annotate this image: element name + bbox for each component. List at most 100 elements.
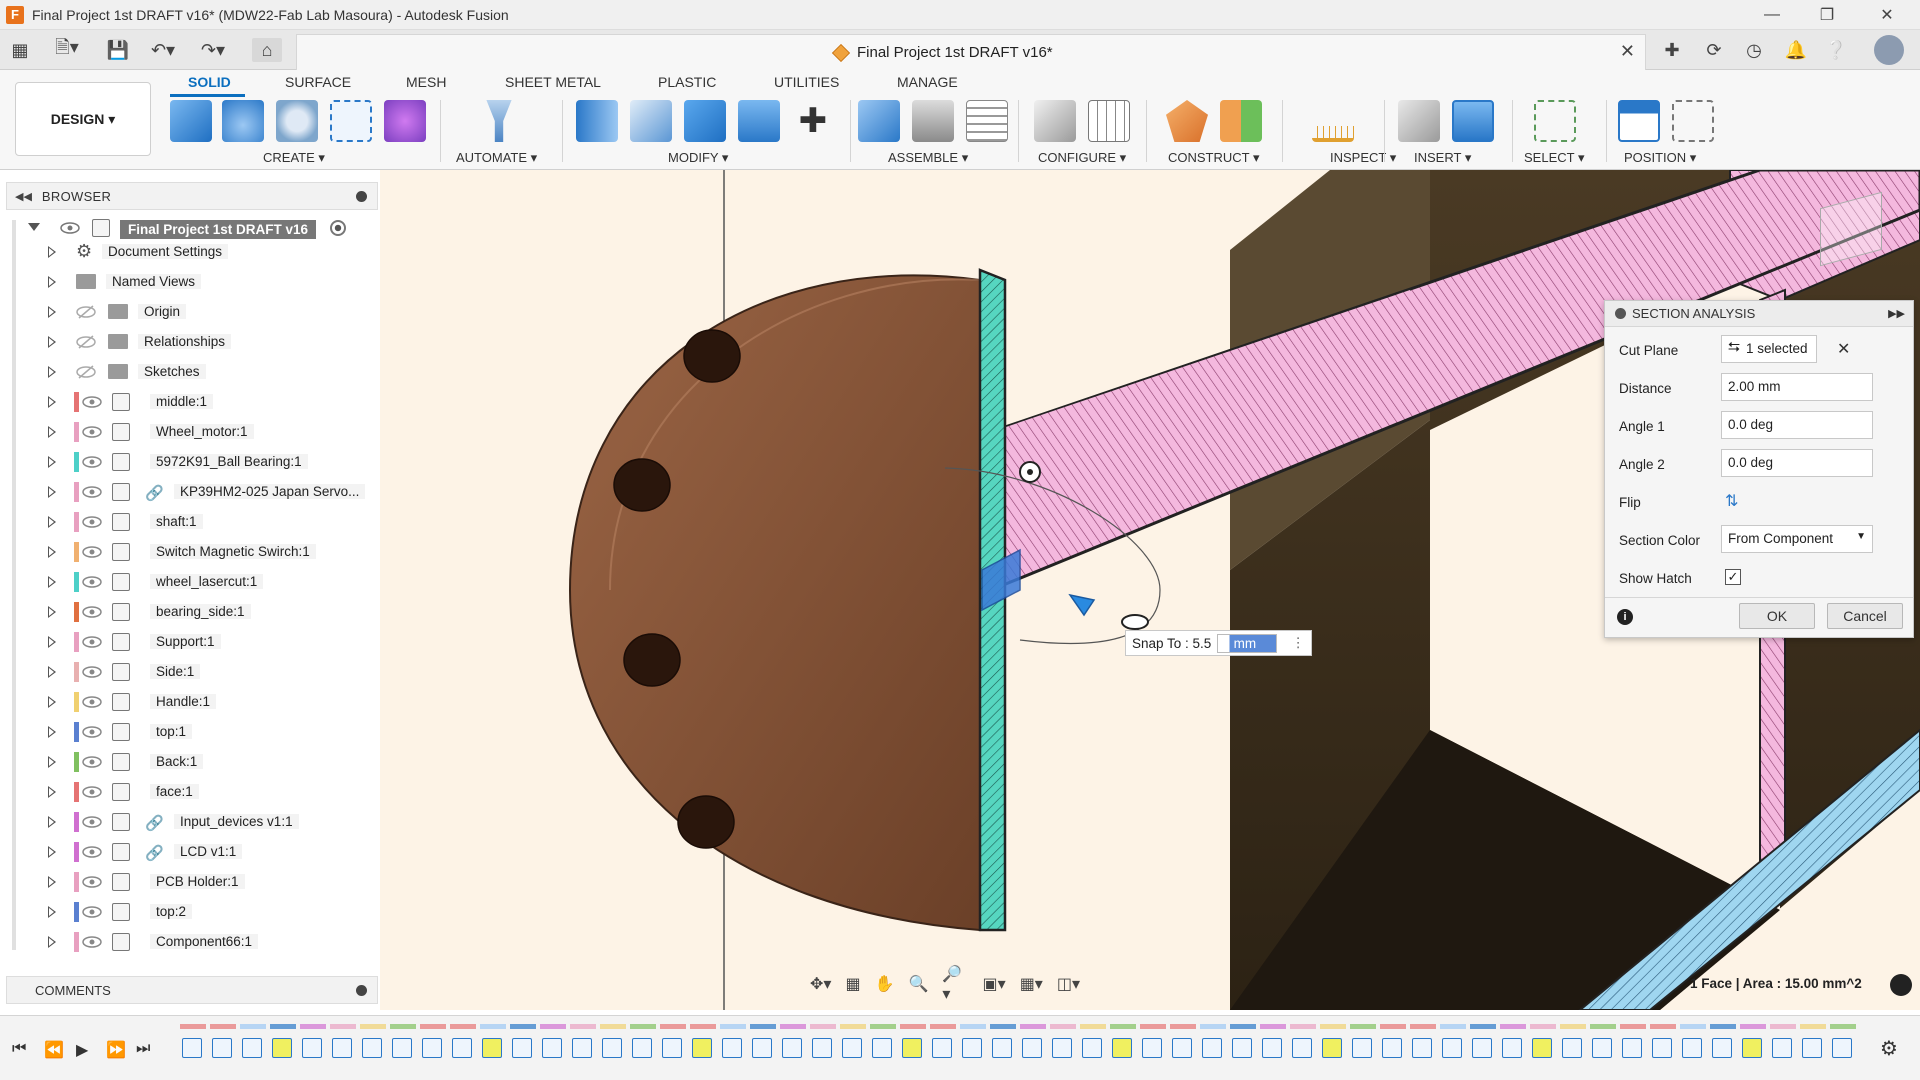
orbit-icon[interactable]: ✥▾: [810, 974, 831, 994]
extensions-icon[interactable]: ⟳: [1702, 38, 1726, 62]
timeline-feature-icon[interactable]: [422, 1038, 442, 1058]
timeline-feature-icon[interactable]: [542, 1038, 562, 1058]
timeline-feature-icon[interactable]: [1382, 1038, 1402, 1058]
document-tab[interactable]: Final Project 1st DRAFT v16* ✕: [296, 34, 1646, 70]
job-status-icon[interactable]: ◷: [1742, 38, 1766, 62]
timeline-feature-icon[interactable]: [1562, 1038, 1582, 1058]
timeline-feature-icon[interactable]: [632, 1038, 652, 1058]
expand-icon[interactable]: [48, 516, 56, 528]
angle2-field[interactable]: 0.0 deg: [1721, 449, 1873, 477]
timeline-feature-icon[interactable]: [182, 1038, 202, 1058]
angle-manipulator-handle-2[interactable]: [1121, 614, 1149, 630]
expand-icon[interactable]: [48, 876, 56, 888]
timeline-feature-icon[interactable]: [1682, 1038, 1702, 1058]
visibility-eye-icon[interactable]: [82, 934, 102, 950]
hidden-eye-icon[interactable]: [76, 304, 96, 320]
timeline-feature-icon[interactable]: [872, 1038, 892, 1058]
flip-icon[interactable]: ⇅: [1725, 491, 1738, 511]
timeline-feature-icon[interactable]: [1802, 1038, 1822, 1058]
configuration-table-icon[interactable]: [1088, 100, 1130, 142]
expand-icon[interactable]: [48, 246, 56, 258]
browser-item[interactable]: Relationships: [0, 330, 380, 354]
construct-menu[interactable]: CONSTRUCT ▾: [1168, 150, 1260, 166]
expand-icon[interactable]: [48, 936, 56, 948]
timeline-feature-icon[interactable]: [362, 1038, 382, 1058]
fillet-icon[interactable]: [630, 100, 672, 142]
timeline-feature-icon[interactable]: [1592, 1038, 1612, 1058]
timeline-feature-icon[interactable]: [602, 1038, 622, 1058]
distance-input[interactable]: 0 mm: [1217, 633, 1278, 653]
tab-sheet-metal[interactable]: SHEET METAL: [505, 74, 601, 90]
browser-item[interactable]: Side:1: [0, 660, 380, 684]
timeline-feature-icon[interactable]: [482, 1038, 502, 1058]
select-menu[interactable]: SELECT ▾: [1524, 150, 1584, 166]
browser-item[interactable]: Support:1: [0, 630, 380, 654]
timeline-feature-icon[interactable]: [272, 1038, 292, 1058]
dialog-header[interactable]: SECTION ANALYSIS ▶▶: [1605, 301, 1913, 327]
timeline-feature-icon[interactable]: [662, 1038, 682, 1058]
browser-item[interactable]: 5972K91_Ball Bearing:1: [0, 450, 380, 474]
tab-utilities[interactable]: UTILITIES: [774, 74, 839, 90]
hidden-eye-icon[interactable]: [76, 334, 96, 350]
visibility-eye-icon[interactable]: [82, 574, 102, 590]
timeline-feature-icon[interactable]: [572, 1038, 592, 1058]
create-menu[interactable]: CREATE ▾: [263, 150, 325, 166]
visibility-eye-icon[interactable]: [82, 784, 102, 800]
insert-menu[interactable]: INSERT ▾: [1414, 150, 1471, 166]
timeline-feature-icon[interactable]: [722, 1038, 742, 1058]
distance-field[interactable]: 2.00 mm: [1721, 373, 1873, 401]
expand-icon[interactable]: [48, 906, 56, 918]
zoom-window-icon[interactable]: 🔎▾: [942, 964, 968, 1004]
visibility-eye-icon[interactable]: [82, 694, 102, 710]
assemble-menu[interactable]: ASSEMBLE ▾: [888, 150, 968, 166]
position-menu[interactable]: POSITION ▾: [1624, 150, 1696, 166]
form-icon[interactable]: [384, 100, 426, 142]
timeline-feature-icon[interactable]: [1292, 1038, 1312, 1058]
timeline-feature-icon[interactable]: [1502, 1038, 1522, 1058]
visibility-eye-icon[interactable]: [82, 874, 102, 890]
add-comment-icon[interactable]: [356, 985, 367, 996]
cancel-button[interactable]: Cancel: [1827, 603, 1903, 629]
visibility-eye-icon[interactable]: [82, 814, 102, 830]
timeline-feature-icon[interactable]: [452, 1038, 472, 1058]
grid-settings-icon[interactable]: ▦▾: [1020, 974, 1043, 994]
browser-item[interactable]: top:2: [0, 900, 380, 924]
timeline-feature-icon[interactable]: [1322, 1038, 1342, 1058]
file-menu-icon[interactable]: 🗎▾: [50, 37, 84, 62]
timeline-feature-icon[interactable]: [302, 1038, 322, 1058]
new-component-assemble-icon[interactable]: [858, 100, 900, 142]
help-icon[interactable]: ❔: [1824, 38, 1848, 62]
timeline-feature-icon[interactable]: [1832, 1038, 1852, 1058]
visibility-eye-icon[interactable]: [82, 754, 102, 770]
browser-item[interactable]: Back:1: [0, 750, 380, 774]
timeline-feature-icon[interactable]: [332, 1038, 352, 1058]
timeline-feature-icon[interactable]: [1142, 1038, 1162, 1058]
browser-header[interactable]: ◀◀ BROWSER: [6, 182, 378, 210]
timeline-feature-icon[interactable]: [1172, 1038, 1192, 1058]
browser-item[interactable]: Handle:1: [0, 690, 380, 714]
close-tab-icon[interactable]: ✕: [1620, 41, 1635, 62]
browser-item[interactable]: 🔗 LCD v1:1: [0, 840, 380, 864]
timeline-feature-icon[interactable]: [1022, 1038, 1042, 1058]
timeline-feature-icon[interactable]: [1082, 1038, 1102, 1058]
visibility-eye-icon[interactable]: [82, 514, 102, 530]
browser-item[interactable]: Sketches: [0, 360, 380, 384]
timeline-feature-icon[interactable]: [1052, 1038, 1072, 1058]
browser-item[interactable]: Component66:1: [0, 930, 380, 954]
browser-item[interactable]: 🔗 Input_devices v1:1: [0, 810, 380, 834]
timeline-feature-icon[interactable]: [392, 1038, 412, 1058]
browser-item[interactable]: Wheel_motor:1: [0, 420, 380, 444]
combine-icon[interactable]: [684, 100, 726, 142]
expand-icon[interactable]: [48, 456, 56, 468]
angle1-field[interactable]: 0.0 deg: [1721, 411, 1873, 439]
play-icon[interactable]: ▶: [76, 1040, 88, 1060]
expand-icon[interactable]: [48, 306, 56, 318]
expand-icon[interactable]: [48, 396, 56, 408]
offset-face-icon[interactable]: [738, 100, 780, 142]
timeline-feature-icon[interactable]: [1472, 1038, 1492, 1058]
visibility-eye-icon[interactable]: [82, 664, 102, 680]
clear-selection-icon[interactable]: ✕: [1837, 339, 1850, 359]
user-avatar[interactable]: [1874, 35, 1904, 65]
browser-item[interactable]: ⚙ Document Settings: [0, 240, 380, 264]
timeline-feature-icon[interactable]: [782, 1038, 802, 1058]
